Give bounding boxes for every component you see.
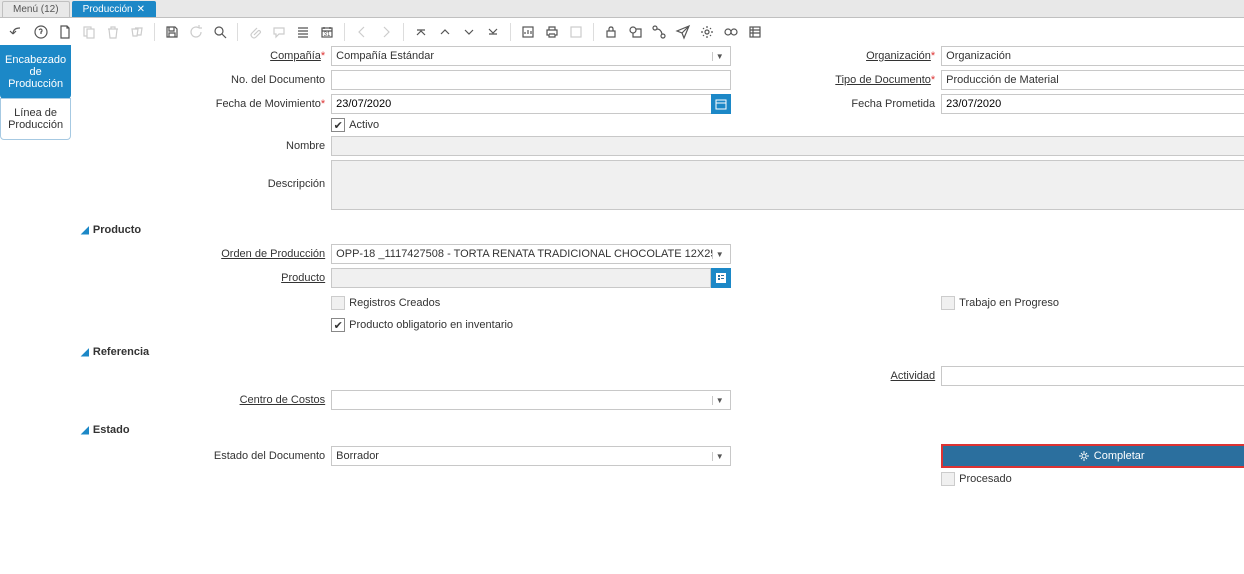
search-icon[interactable] xyxy=(211,23,229,41)
field-ordenprod[interactable]: OPP-18 _1117427508 - TORTA RENATA TRADIC… xyxy=(331,244,731,264)
form-content: Compañía* Compañía Estándar▼ Organizació… xyxy=(71,46,1244,496)
info-icon[interactable] xyxy=(722,23,740,41)
label-estadodoc: Estado del Documento xyxy=(81,450,331,462)
separator xyxy=(237,23,238,41)
checkbox-prodoblig[interactable]: ✔ Producto obligatorio en inventario xyxy=(331,318,513,332)
collapse-icon[interactable]: ◢ xyxy=(81,347,89,358)
checkbox-regcreados: Registros Creados xyxy=(331,296,440,310)
label-organizacion: Organización* xyxy=(731,50,941,62)
undo-icon[interactable] xyxy=(8,23,26,41)
report-icon[interactable] xyxy=(519,23,537,41)
label-tipodoc: Tipo de Documento* xyxy=(731,74,941,86)
sidebar-tab-linea[interactable]: Línea de Producción xyxy=(0,98,71,140)
field-tipodoc[interactable]: Producción de Material▼ xyxy=(941,70,1244,90)
field-estadodoc[interactable]: Borrador▼ xyxy=(331,446,731,466)
nav-down-icon[interactable] xyxy=(460,23,478,41)
chevron-down-icon[interactable]: ▼ xyxy=(712,250,726,259)
sidebar-tab-encabezado[interactable]: Encabezado de Producción xyxy=(0,45,71,99)
workflow-icon[interactable] xyxy=(650,23,668,41)
separator xyxy=(403,23,404,41)
label-fechaprom: Fecha Prometida xyxy=(731,98,941,110)
checkbox-activo[interactable]: ✔ Activo xyxy=(331,118,379,132)
chat-icon xyxy=(270,23,288,41)
csv-icon[interactable] xyxy=(746,23,764,41)
save-icon[interactable] xyxy=(163,23,181,41)
section-referencia[interactable]: ◢ Referencia xyxy=(81,344,1244,360)
label-actividad: Actividad xyxy=(731,370,941,382)
request-icon[interactable] xyxy=(674,23,692,41)
calendar-icon[interactable]: 31 xyxy=(318,23,336,41)
checkbox-procesado: Procesado xyxy=(941,472,1012,486)
chevron-down-icon[interactable]: ▼ xyxy=(712,52,726,61)
chevron-down-icon[interactable]: ▼ xyxy=(712,452,726,461)
delete-all-icon xyxy=(128,23,146,41)
sidebar: Encabezado de Producción Línea de Produc… xyxy=(0,46,71,496)
field-fechamov[interactable] xyxy=(331,94,712,114)
attach-icon xyxy=(246,23,264,41)
label-trabprogreso: Trabajo en Progreso xyxy=(959,297,1059,309)
delete-icon xyxy=(104,23,122,41)
nav-up-icon[interactable] xyxy=(436,23,454,41)
field-fechaprom[interactable] xyxy=(941,94,1244,114)
copy-icon xyxy=(80,23,98,41)
grid-toggle-icon[interactable] xyxy=(294,23,312,41)
button-completar[interactable]: Completar xyxy=(941,444,1244,468)
help-icon[interactable] xyxy=(32,23,50,41)
gear-icon[interactable] xyxy=(698,23,716,41)
separator xyxy=(344,23,345,41)
label-compania: Compañía* xyxy=(81,50,331,62)
nav-first-icon[interactable] xyxy=(412,23,430,41)
lock-icon[interactable] xyxy=(602,23,620,41)
field-actividad[interactable]: ▼ xyxy=(941,366,1244,386)
nav-last-icon[interactable] xyxy=(484,23,502,41)
field-centrocostos[interactable]: ▼ xyxy=(331,390,731,410)
close-icon[interactable]: ✕ xyxy=(137,4,145,15)
collapse-icon[interactable]: ◢ xyxy=(81,225,89,236)
tab-produccion[interactable]: Producción ✕ xyxy=(72,1,156,17)
field-nodoc[interactable] xyxy=(331,70,731,90)
label-centrocostos: Centro de Costos xyxy=(81,394,331,406)
field-compania[interactable]: Compañía Estándar▼ xyxy=(331,46,731,66)
tab-strip: Menú (12) Producción ✕ xyxy=(0,0,1244,18)
label-activo: Activo xyxy=(349,119,379,131)
toolbar: 31 xyxy=(0,18,1244,46)
separator xyxy=(510,23,511,41)
refresh-icon xyxy=(187,23,205,41)
collapse-icon[interactable]: ◢ xyxy=(81,425,89,436)
label-nombre: Nombre xyxy=(81,140,331,152)
print-preview-icon xyxy=(567,23,585,41)
calendar-picker-icon[interactable] xyxy=(711,94,731,114)
label-producto: Producto xyxy=(81,272,331,284)
label-regcreados: Registros Creados xyxy=(349,297,440,309)
nav-prev-icon xyxy=(353,23,371,41)
checkbox-trabprogreso: Trabajo en Progreso xyxy=(941,296,1059,310)
label-nodoc: No. del Documento xyxy=(81,74,331,86)
new-icon[interactable] xyxy=(56,23,74,41)
zoom-icon[interactable] xyxy=(626,23,644,41)
field-descripcion[interactable] xyxy=(331,160,1244,210)
section-producto[interactable]: ◢ Producto xyxy=(81,222,1244,238)
field-nombre[interactable] xyxy=(331,136,1244,156)
separator xyxy=(593,23,594,41)
label-procesado: Procesado xyxy=(959,473,1012,485)
field-organizacion[interactable]: Organización▼ xyxy=(941,46,1244,66)
svg-text:31: 31 xyxy=(324,32,331,38)
label-descripcion: Descripción xyxy=(81,160,331,190)
separator xyxy=(154,23,155,41)
section-estado[interactable]: ◢ Estado xyxy=(81,422,1244,438)
label-fechamov: Fecha de Movimiento* xyxy=(81,98,331,110)
chevron-down-icon[interactable]: ▼ xyxy=(712,396,726,405)
field-producto[interactable] xyxy=(331,268,711,288)
lookup-icon[interactable] xyxy=(711,268,731,288)
tab-menu[interactable]: Menú (12) xyxy=(2,1,70,17)
label-prodoblig: Producto obligatorio en inventario xyxy=(349,319,513,331)
label-ordenprod: Orden de Producción xyxy=(81,248,331,260)
print-icon[interactable] xyxy=(543,23,561,41)
nav-next-icon xyxy=(377,23,395,41)
